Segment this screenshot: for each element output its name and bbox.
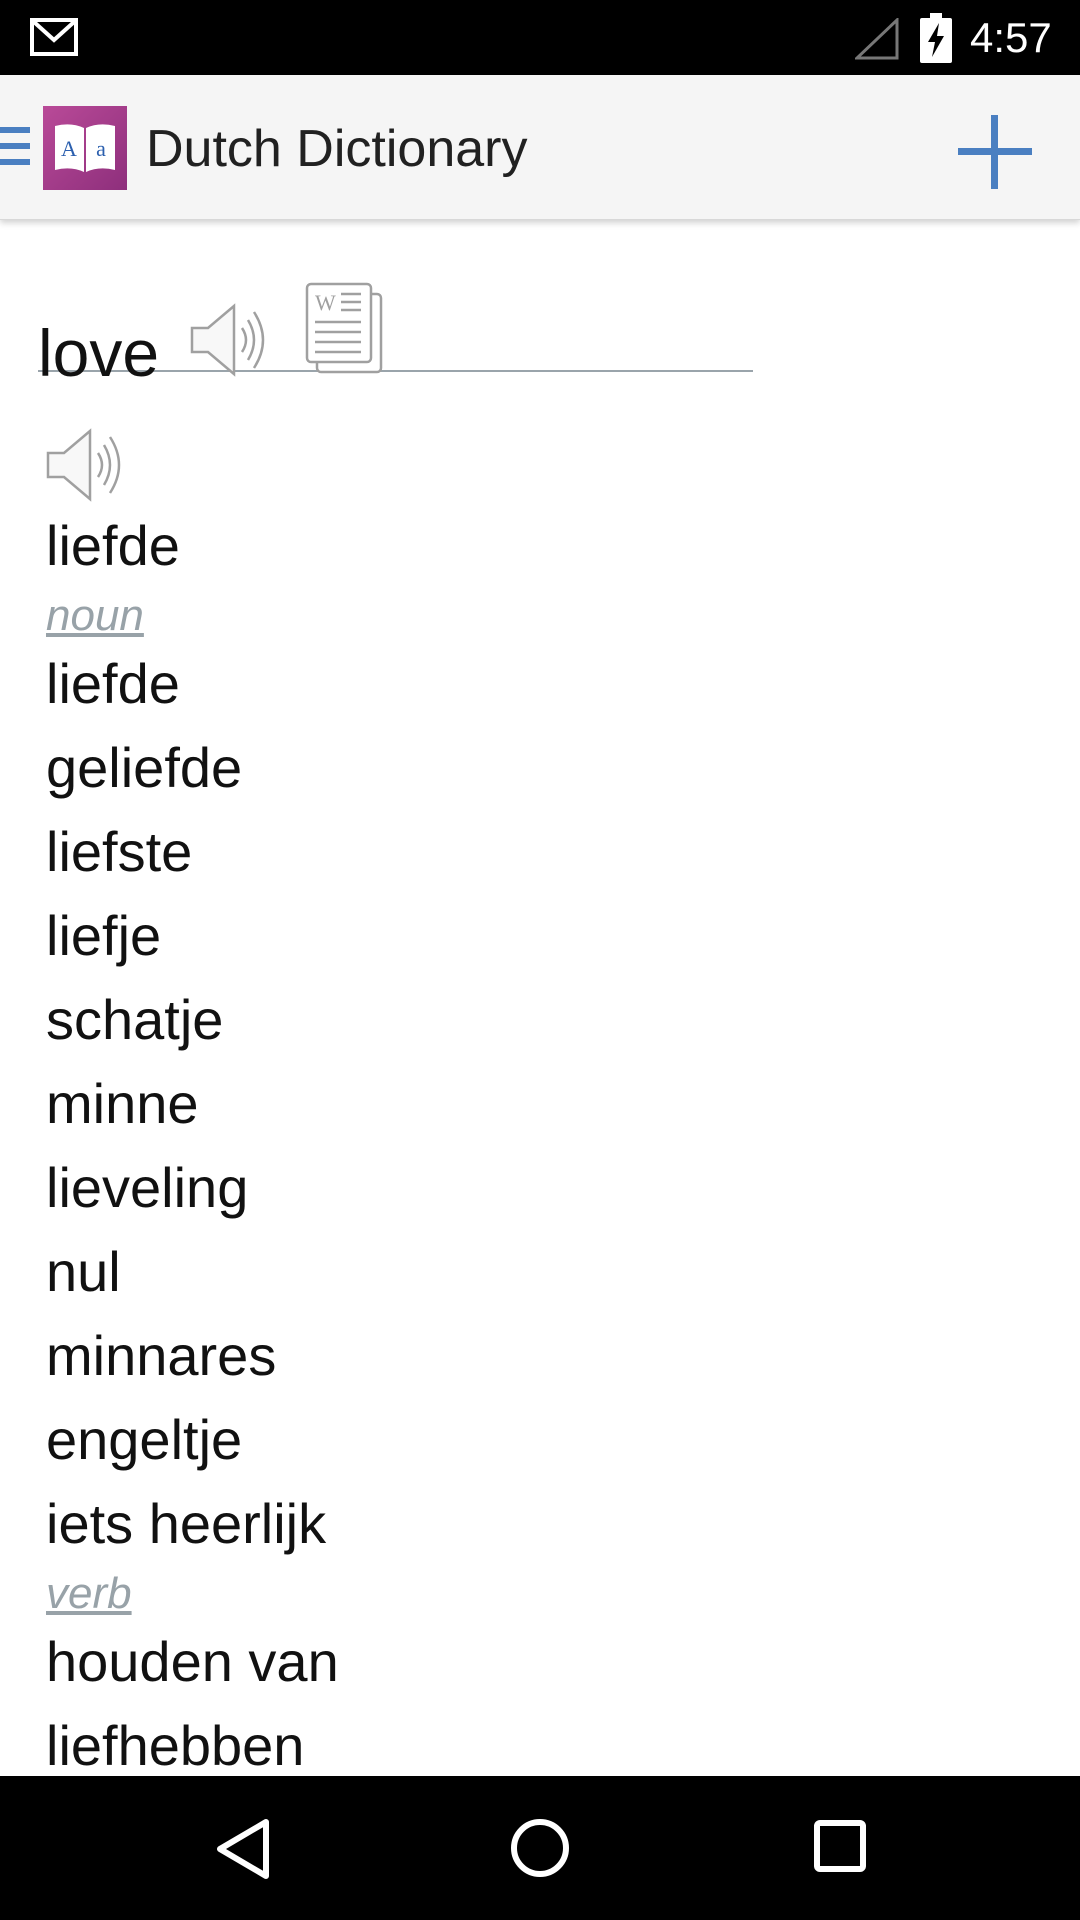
list-item[interactable]: liefste [46, 824, 192, 880]
part-of-speech-noun[interactable]: noun [46, 594, 144, 638]
svg-text:W: W [315, 290, 336, 315]
list-item[interactable]: minnares [46, 1328, 276, 1384]
battery-charging-icon [920, 13, 952, 63]
wikipedia-icon[interactable]: W [303, 280, 385, 376]
list-item[interactable]: geliefde [46, 740, 242, 796]
home-icon[interactable] [508, 1816, 572, 1880]
list-item[interactable]: liefje [46, 908, 161, 964]
gmail-icon [30, 18, 78, 56]
list-item[interactable]: iets heerlijk [46, 1496, 326, 1552]
svg-text:A: A [61, 136, 77, 161]
app-logo-icon: A a [43, 106, 127, 190]
navigation-bar [0, 1776, 1080, 1920]
search-field[interactable]: love W [38, 250, 753, 386]
recents-icon[interactable] [812, 1818, 868, 1874]
search-input[interactable]: love [38, 320, 159, 386]
add-button[interactable] [950, 105, 1040, 195]
svg-text:a: a [96, 136, 106, 161]
app-title: Dutch Dictionary [146, 120, 528, 178]
list-item[interactable]: liefhebben [46, 1718, 304, 1774]
primary-translation: liefde [46, 514, 180, 577]
translation-content: love W liefde noun liefde geliefde liefs… [0, 220, 1080, 1776]
list-item[interactable]: schatje [46, 992, 223, 1048]
status-bar: 4:57 [0, 0, 1080, 75]
speaker-icon[interactable] [188, 300, 278, 380]
list-item[interactable]: nul [46, 1244, 121, 1300]
menu-icon[interactable] [0, 125, 30, 167]
app-bar: A a Dutch Dictionary [0, 75, 1080, 220]
list-item[interactable]: houden van [46, 1634, 339, 1690]
list-item[interactable]: engeltje [46, 1412, 242, 1468]
list-item[interactable]: lieveling [46, 1160, 248, 1216]
part-of-speech-verb[interactable]: verb [46, 1572, 132, 1616]
clock: 4:57 [970, 14, 1052, 61]
list-item[interactable]: minne [46, 1076, 199, 1132]
back-icon[interactable] [210, 1816, 276, 1882]
list-item[interactable]: liefde [46, 656, 180, 712]
signal-icon [855, 18, 899, 60]
translation-speaker-icon[interactable] [44, 425, 134, 505]
